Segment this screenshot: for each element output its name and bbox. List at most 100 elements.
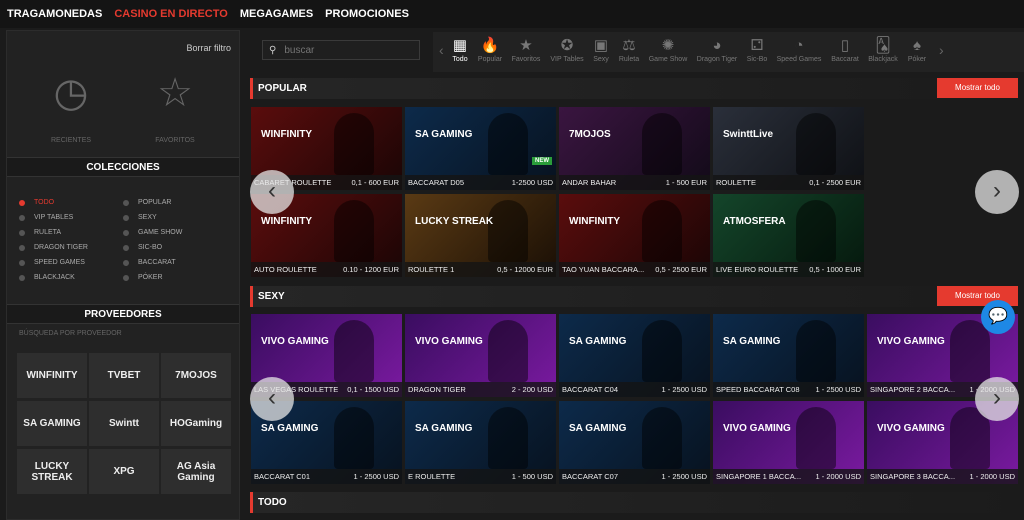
provider-logo: ATMOSFERA — [723, 216, 786, 227]
collection-item[interactable]: SIC-BO — [123, 244, 162, 251]
game-tile[interactable]: VIVO GAMING DRAGON TIGER 2 - 200 USD — [405, 314, 556, 397]
collection-item[interactable]: POPULAR — [123, 199, 171, 206]
game-tile[interactable]: WINFINITY TAO YUAN BACCARA... 0,5 - 2500 E… — [559, 194, 710, 277]
game-tile[interactable]: SA GAMING NEW BACCARAT D05 1-2500 USD — [405, 107, 556, 190]
game-caption: LIVE EURO ROULETTE 0,5 - 1000 EUR — [713, 262, 864, 277]
collection-label: GAME SHOW — [138, 229, 183, 236]
carousel-next-button[interactable]: › — [975, 170, 1019, 214]
radio-dot-icon — [123, 229, 129, 236]
provider-logo: SA GAMING — [569, 336, 627, 347]
game-name: AUTO ROULETTE — [254, 265, 317, 274]
provider-search-input[interactable]: BÚSQUEDA POR PROVEEDOR — [19, 330, 122, 337]
category-speed-games[interactable]: ◔ Speed Games — [774, 36, 824, 63]
provider-logo[interactable]: AG Asia Gaming — [161, 449, 231, 494]
collection-item[interactable]: VIP TABLES — [19, 214, 73, 221]
provider-logo: VIVO GAMING — [261, 336, 329, 347]
search-box[interactable]: ⚲ — [262, 40, 420, 60]
dealer-image — [488, 407, 528, 469]
game-tile[interactable]: LUCKY STREAK ROULETTE 1 0,5 - 12000 EUR — [405, 194, 556, 277]
game-tile[interactable]: SA GAMING SPEED BACCARAT C08 1 - 2500 USD — [713, 314, 864, 397]
dealer-image — [334, 407, 374, 469]
category-label: Game Show — [648, 56, 688, 63]
top-nav: TRAGAMONEDAS CASINO EN DIRECTO MEGAGAMES PR… — [0, 0, 1024, 28]
game-tile[interactable]: SA GAMING BACCARAT C04 1 - 2500 USD — [559, 314, 710, 397]
game-limits: 1 - 2000 USD — [969, 472, 1015, 481]
collection-label: SEXY — [138, 214, 157, 221]
provider-logo[interactable]: SA GAMING — [17, 401, 87, 446]
provider-logo: VIVO GAMING — [877, 423, 945, 434]
clear-filter-link[interactable]: Borrar filtro — [186, 43, 231, 53]
show-all-button[interactable]: Mostrar todo — [937, 78, 1018, 98]
collection-label: BACCARAT — [138, 259, 176, 266]
collection-item[interactable]: TODO — [19, 199, 54, 206]
new-badge: NEW — [532, 157, 552, 165]
game-tile[interactable]: SwinttLive ROULETTE 0,1 - 2500 EUR — [713, 107, 864, 190]
provider-logo[interactable]: HOGaming — [161, 401, 231, 446]
provider-logo[interactable]: 7MOJOS — [161, 353, 231, 398]
game-limits: 0.10 - 1200 EUR — [343, 265, 399, 274]
game-tile[interactable]: SA GAMING BACCARAT C07 1 - 2500 USD — [559, 401, 710, 484]
nav-link-3[interactable]: PROMOCIONES — [325, 8, 409, 20]
carousel-prev-button[interactable]: ‹ — [250, 170, 294, 214]
provider-logo[interactable]: XPG — [89, 449, 159, 494]
collection-item[interactable]: BLACKJACK — [19, 274, 75, 281]
provider-logo: SA GAMING — [723, 336, 781, 347]
dealer-image — [796, 407, 836, 469]
speedometer-icon: ◔ — [794, 37, 804, 54]
nav-link-1[interactable]: CASINO EN DIRECTO — [114, 8, 227, 20]
collection-item[interactable]: SPEED GAMES — [19, 259, 85, 266]
game-limits: 1 - 2500 USD — [353, 472, 399, 481]
providers-heading: PROVEEDORES — [7, 304, 239, 324]
radio-dot-icon — [19, 244, 25, 251]
search-input[interactable] — [284, 44, 405, 56]
category-póker[interactable]: ♠ Póker — [892, 36, 942, 63]
game-tile[interactable]: ATMOSFERA LIVE EURO ROULETTE 0,5 - 1000 EU… — [713, 194, 864, 277]
radio-dot-icon — [19, 229, 25, 236]
game-name: BACCARAT D05 — [408, 178, 464, 187]
nav-link-2[interactable]: MEGAGAMES — [240, 8, 313, 20]
chat-icon[interactable]: 💬 — [981, 300, 1015, 334]
provider-logo[interactable]: WINFINITY — [17, 353, 87, 398]
provider-logo: VIVO GAMING — [877, 336, 945, 347]
star-icon[interactable]: ☆ — [153, 71, 197, 115]
game-name: BACCARAT C07 — [562, 472, 618, 481]
collection-item[interactable]: DRAGON TIGER — [19, 244, 88, 251]
provider-logo[interactable]: LUCKY STREAK — [17, 449, 87, 494]
section-header-todo: TODO — [250, 492, 1020, 513]
collection-label: SPEED GAMES — [34, 259, 85, 266]
game-limits: 0,1 - 2500 EUR — [809, 178, 861, 187]
game-caption: BACCARAT D05 1-2500 USD — [405, 175, 556, 190]
game-caption: SINGAPORE 3 BACCA... 1 - 2000 USD — [867, 469, 1018, 484]
collection-label: TODO — [34, 199, 55, 206]
section-title: SEXY — [258, 291, 285, 302]
dealer-image — [796, 320, 836, 382]
collection-item[interactable]: RULETA — [19, 229, 61, 236]
game-tile[interactable]: SA GAMING E ROULETTE 1 - 500 USD — [405, 401, 556, 484]
provider-logo[interactable]: Swintt — [89, 401, 159, 446]
provider-logo: WINFINITY — [261, 129, 313, 140]
poker-icon: ♠ — [913, 37, 921, 54]
clock-icon[interactable]: ◷ — [49, 71, 93, 115]
radio-dot-icon — [19, 214, 25, 221]
game-caption: ROULETTE 1 0,5 - 12000 EUR — [405, 262, 556, 277]
nav-link-0[interactable]: TRAGAMONEDAS — [7, 8, 102, 20]
dealer-image — [334, 320, 374, 382]
game-limits: 1 - 2500 USD — [661, 472, 707, 481]
provider-logo: SwinttLive — [723, 129, 774, 140]
collection-item[interactable]: GAME SHOW — [123, 229, 182, 236]
section-title: TODO — [258, 497, 287, 508]
game-name: ANDAR BAHAR — [562, 178, 617, 187]
collection-label: POPULAR — [138, 199, 172, 206]
category-game-show[interactable]: ✺ Game Show — [643, 36, 693, 63]
collection-item[interactable]: SEXY — [123, 214, 157, 221]
carousel-prev-button[interactable]: ‹ — [250, 377, 294, 421]
game-limits: 0,5 - 12000 EUR — [497, 265, 553, 274]
provider-logo[interactable]: TVBET — [89, 353, 159, 398]
collection-item[interactable]: BACCARAT — [123, 259, 176, 266]
dealer-image — [642, 407, 682, 469]
game-tile[interactable]: 7MOJOS ANDAR BAHAR 1 - 500 EUR — [559, 107, 710, 190]
collection-item[interactable]: PÓKER — [123, 274, 163, 281]
radio-dot-icon — [19, 259, 25, 266]
carousel-next-button[interactable]: › — [975, 377, 1019, 421]
game-tile[interactable]: VIVO GAMING SINGAPORE 1 BACCA... 1 - 2000 … — [713, 401, 864, 484]
